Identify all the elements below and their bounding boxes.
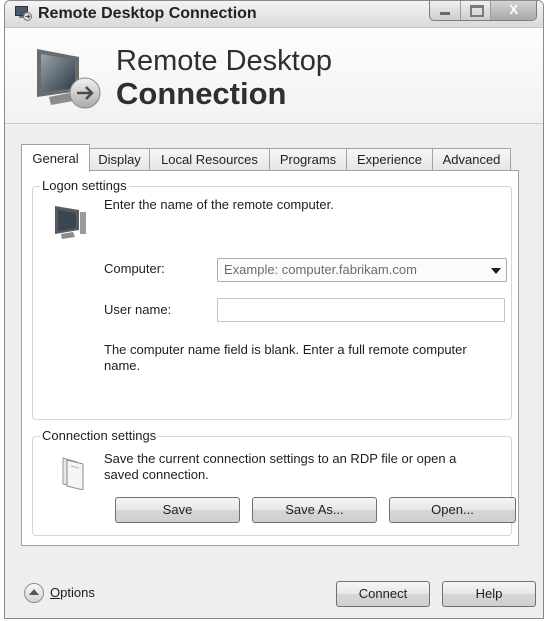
close-icon: X <box>509 2 519 17</box>
chevron-down-icon[interactable] <box>491 268 501 274</box>
chevron-up-icon <box>29 589 39 595</box>
connection-settings-group: Connection settings Save the current con… <box>32 428 516 536</box>
save-as-button[interactable]: Save As... <box>252 497 377 523</box>
tab-advanced[interactable]: Advanced <box>432 148 511 171</box>
options-link[interactable]: Options <box>50 585 95 600</box>
close-button[interactable]: X <box>490 1 536 20</box>
computer-icon <box>55 206 86 239</box>
logon-intro-text: Enter the name of the remote computer. <box>104 197 334 212</box>
minimize-icon <box>440 12 450 15</box>
username-field[interactable] <box>217 298 505 322</box>
connect-button[interactable]: Connect <box>336 581 430 607</box>
maximize-button[interactable] <box>459 1 491 20</box>
connection-desc-line1: Save the current connection settings to … <box>104 451 457 466</box>
banner-title-line1: Remote Desktop <box>116 45 332 77</box>
logon-settings-group: Logon settings Enter the name of the rem… <box>32 178 512 420</box>
open-button[interactable]: Open... <box>389 497 516 523</box>
rdc-window: Remote Desktop Connection X Remote Deskt… <box>4 0 544 619</box>
username-label: User name: <box>104 302 172 317</box>
remote-desktop-monitor-icon <box>37 49 101 109</box>
banner: Remote Desktop Connection <box>5 28 543 124</box>
computer-combobox[interactable]: Example: computer.fabrikam.com <box>217 258 507 282</box>
maximize-icon <box>469 5 484 17</box>
tab-general[interactable]: General <box>21 144 90 172</box>
computer-placeholder: Example: computer.fabrikam.com <box>224 262 417 277</box>
computer-label: Computer: <box>104 261 165 276</box>
tab-local-resources[interactable]: Local Resources <box>149 148 270 171</box>
validation-message-line2: name. <box>104 358 141 373</box>
tab-display[interactable]: Display <box>89 148 150 171</box>
save-button[interactable]: Save <box>115 497 240 523</box>
tab-panel-general: Logon settings Enter the name of the rem… <box>21 170 519 546</box>
connection-settings-legend: Connection settings <box>40 428 159 443</box>
banner-title-line2: Connection <box>116 76 287 111</box>
window-controls: X <box>429 1 537 21</box>
window-title: Remote Desktop Connection <box>38 5 257 22</box>
minimize-button[interactable] <box>430 1 460 20</box>
folder-icon <box>62 457 84 490</box>
tab-programs[interactable]: Programs <box>269 148 347 171</box>
options-toggle-button[interactable] <box>24 583 44 603</box>
logon-settings-legend: Logon settings <box>40 178 129 193</box>
connection-desc-line2: saved connection. <box>104 467 209 482</box>
tab-experience[interactable]: Experience <box>346 148 433 171</box>
title-bar[interactable]: Remote Desktop Connection X <box>5 1 543 28</box>
validation-message-line1: The computer name field is blank. Enter … <box>104 342 467 357</box>
options-label-rest: ptions <box>60 585 95 600</box>
remote-desktop-icon <box>15 6 32 21</box>
options-mnemonic: O <box>50 585 61 600</box>
help-button[interactable]: Help <box>442 581 536 607</box>
